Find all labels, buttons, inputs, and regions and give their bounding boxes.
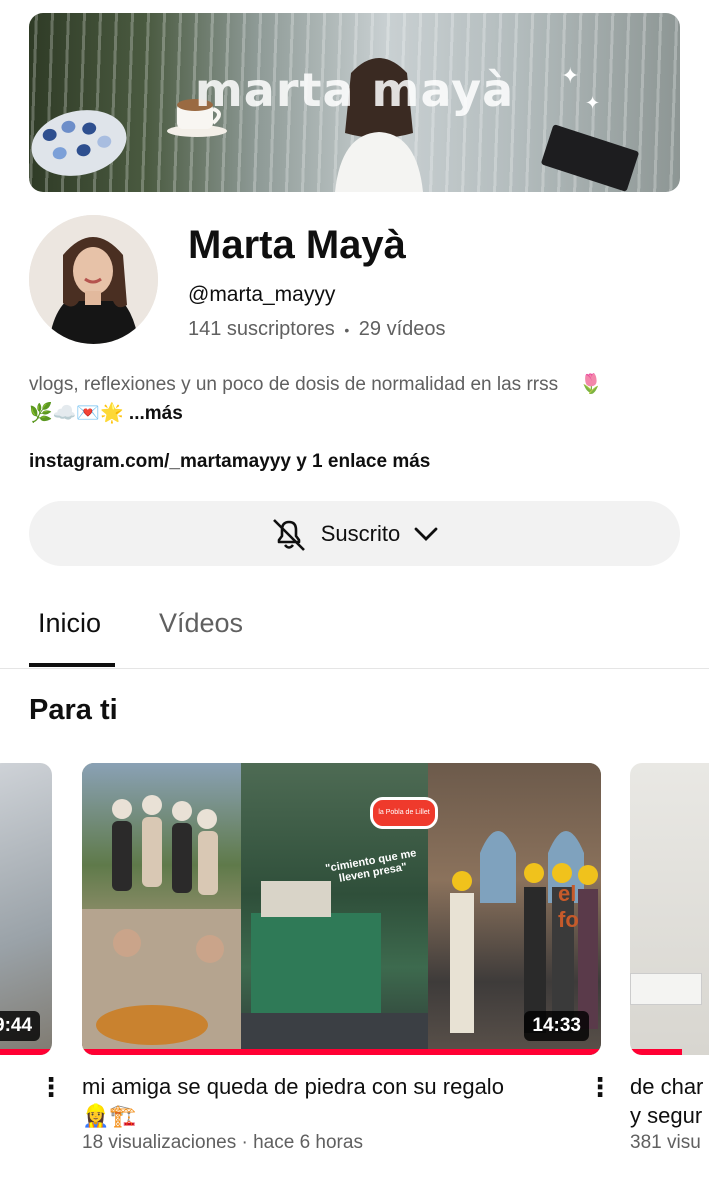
- video-title[interactable]: de char y segur: [630, 1072, 709, 1130]
- active-tab-indicator: [29, 663, 115, 667]
- channel-avatar[interactable]: [29, 215, 158, 344]
- video-title-text: mi amiga se queda de piedra con su regal…: [82, 1074, 504, 1099]
- watch-progress-bar: [630, 1049, 682, 1055]
- more-options-icon[interactable]: ⋮: [587, 1074, 613, 1100]
- banner-title: marta mayà: [194, 63, 515, 117]
- channel-stats: 141 suscriptores • 29 vídeos: [188, 318, 446, 341]
- video-duration: 14:33: [524, 1011, 589, 1041]
- video-duration: 9:44: [0, 1011, 41, 1041]
- subscribed-label: Suscrito: [320, 520, 401, 546]
- video-thumbnail-main[interactable]: la Pobla de Lillet "cimiento que me llev…: [82, 763, 601, 1055]
- channel-links[interactable]: instagram.com/_martamayyy y 1 enlace más: [29, 451, 430, 473]
- more-options-icon[interactable]: ⋮: [38, 1074, 64, 1100]
- video-thumbnail-right[interactable]: [630, 763, 709, 1055]
- view-count: 381 visu: [630, 1132, 701, 1153]
- watch-progress-bar: [82, 1049, 601, 1055]
- tab-videos[interactable]: Vídeos: [159, 608, 243, 639]
- avatar-photo: [29, 215, 158, 344]
- more-links-text[interactable]: y 1 enlace más: [291, 451, 430, 472]
- wall-text: el fo: [558, 881, 579, 932]
- upload-age: hace 6 horas: [253, 1132, 363, 1153]
- view-count: 18 visualizaciones: [82, 1132, 237, 1153]
- description-text: vlogs, reflexiones y un poco de dosis de…: [29, 374, 559, 395]
- channel-handle: @marta_mayyy: [188, 283, 336, 306]
- video-title-emoji: 👷‍♀️🏗️: [82, 1103, 137, 1128]
- tab-inicio[interactable]: Inicio: [38, 608, 101, 639]
- tulip-emoji: 🌷: [579, 374, 604, 395]
- video-count: 29 vídeos: [358, 318, 446, 340]
- stats-separator: •: [344, 322, 350, 338]
- channel-name: Marta Mayà: [188, 223, 406, 267]
- video-title[interactable]: mi amiga se queda de piedra con su regal…: [82, 1072, 577, 1130]
- more-link[interactable]: ...más: [129, 403, 183, 424]
- video-thumbnail-left[interactable]: 9:44: [0, 763, 52, 1055]
- video-meta: 18 visualizaciones · hace 6 horas: [82, 1132, 363, 1153]
- thumbnail-desk: [630, 973, 702, 1005]
- thumbnail-panel-friends: [82, 763, 241, 1055]
- channel-banner: ✦ ✦ marta mayà: [29, 13, 680, 192]
- station-sign: la Pobla de Lillet: [370, 797, 438, 829]
- watch-progress-bar: [0, 1049, 52, 1055]
- subscribed-button[interactable]: Suscrito: [29, 501, 680, 566]
- section-title: Para ti: [29, 694, 118, 726]
- chevron-down-icon: [414, 527, 438, 541]
- channel-description[interactable]: vlogs, reflexiones y un poco de dosis de…: [29, 370, 679, 428]
- bell-off-icon: [272, 518, 305, 551]
- channel-tabs: Inicio Vídeos: [0, 586, 709, 669]
- subscriber-count: 141 suscriptores: [188, 318, 335, 340]
- instagram-link[interactable]: instagram.com/_martamayyy: [29, 451, 291, 472]
- description-emoji: 🌿☁️💌🌟: [29, 403, 124, 424]
- video-title-text: de char: [630, 1074, 704, 1099]
- video-title-text: y segur: [630, 1103, 703, 1128]
